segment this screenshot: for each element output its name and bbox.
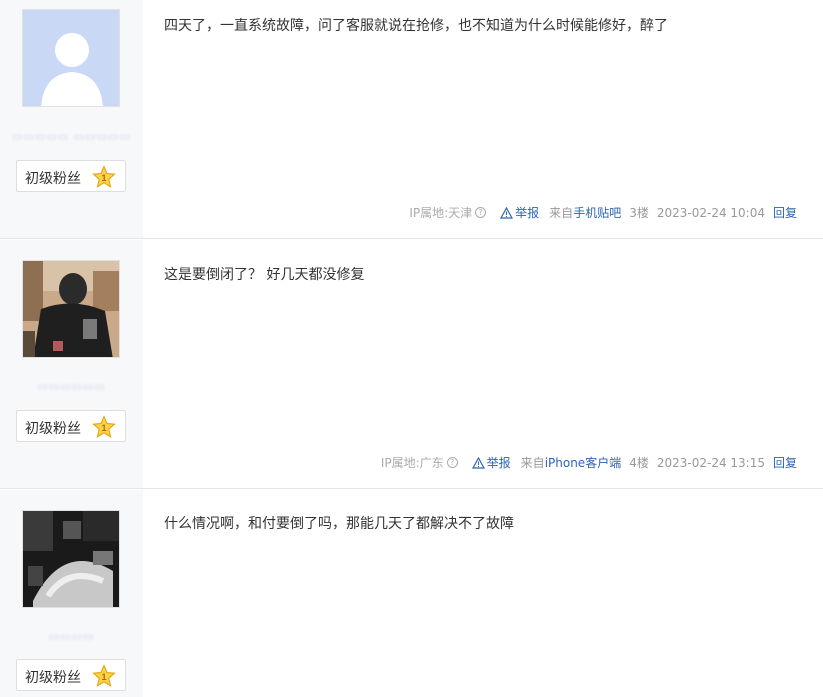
author-column: ▭▭▭▭▭▭ 初级粉丝 1 (0, 240, 143, 488)
author-column: ▭▭▭▭▭ ▭▭▭▭▭ 初级粉丝 1 (0, 0, 143, 238)
client-link[interactable]: iPhone客户端 (545, 454, 622, 471)
ip-location: IP属地:广东 (380, 456, 444, 470)
warning-icon (500, 206, 514, 219)
user-photo-icon (23, 511, 119, 607)
question-icon[interactable]: ? (475, 207, 487, 218)
from-prefix: 来自 (520, 456, 545, 470)
post-meta: IP属地:广东 ? 举报 来自 iPhone客户端 4楼 2023-02-24 … (381, 454, 797, 471)
post-meta: IP属地:天津 ? 举报 来自 手机贴吧 3楼 2023-02-24 10:04… (409, 204, 797, 221)
avatar[interactable] (22, 260, 120, 358)
fan-level-badge[interactable]: 初级粉丝 1 (16, 410, 126, 442)
post-floor-3: ▭▭▭▭▭ ▭▭▭▭▭ 初级粉丝 1 四天了，一直系统故障，问了客服就说在抢修，… (0, 0, 823, 239)
avatar[interactable] (22, 9, 120, 107)
report-label: 举报 (486, 456, 511, 470)
post-floor-5: ▭▭▭▭ 初级粉丝 1 什么情况啊，和付要倒了吗，那能几天了都解决不了故障 (0, 490, 823, 697)
post-datetime: 2023-02-24 13:15 (656, 455, 765, 470)
post-datetime: 2023-02-24 10:04 (656, 205, 765, 220)
avatar[interactable] (22, 510, 120, 608)
star-level-icon: 1 (92, 664, 116, 687)
post-content: 四天了，一直系统故障，问了客服就说在抢修，也不知道为什么时候能修好，醉了 (164, 18, 668, 34)
floor-number: 3楼 (629, 206, 649, 220)
badge-label: 初级粉丝 (25, 171, 81, 187)
username[interactable]: ▭▭▭▭ (0, 630, 143, 643)
badge-label: 初级粉丝 (25, 670, 81, 686)
from-prefix: 来自 (549, 206, 574, 220)
svg-text:1: 1 (101, 672, 106, 682)
user-photo-icon (23, 261, 119, 357)
question-icon[interactable]: ? (446, 457, 458, 468)
svg-text:1: 1 (101, 173, 106, 183)
reply-button[interactable]: 回复 (773, 454, 797, 471)
report-button[interactable]: 举报 (500, 204, 539, 221)
fan-level-badge[interactable]: 初级粉丝 1 (16, 160, 126, 192)
post-content: 什么情况啊，和付要倒了吗，那能几天了都解决不了故障 (164, 516, 514, 532)
report-label: 举报 (515, 206, 540, 220)
author-column: ▭▭▭▭ 初级粉丝 1 (0, 490, 143, 697)
default-avatar-icon (23, 10, 119, 106)
star-level-icon: 1 (92, 415, 116, 438)
username[interactable]: ▭▭▭▭▭ ▭▭▭▭▭ (0, 130, 143, 143)
warning-icon (471, 456, 485, 469)
client-link[interactable]: 手机贴吧 (573, 204, 621, 221)
badge-label: 初级粉丝 (25, 421, 81, 437)
report-button[interactable]: 举报 (471, 454, 511, 471)
star-level-icon: 1 (92, 165, 116, 188)
ip-location: IP属地:天津 (409, 206, 473, 220)
post-floor-4: ▭▭▭▭▭▭ 初级粉丝 1 这是要倒闭了？ 好几天都没修复 IP属地:广东 ? … (0, 240, 823, 489)
svg-text:1: 1 (101, 423, 106, 433)
reply-button[interactable]: 回复 (773, 204, 797, 221)
post-content: 这是要倒闭了？ 好几天都没修复 (164, 267, 365, 283)
username[interactable]: ▭▭▭▭▭▭ (0, 380, 143, 393)
fan-level-badge[interactable]: 初级粉丝 1 (16, 659, 126, 691)
floor-number: 4楼 (629, 456, 649, 470)
